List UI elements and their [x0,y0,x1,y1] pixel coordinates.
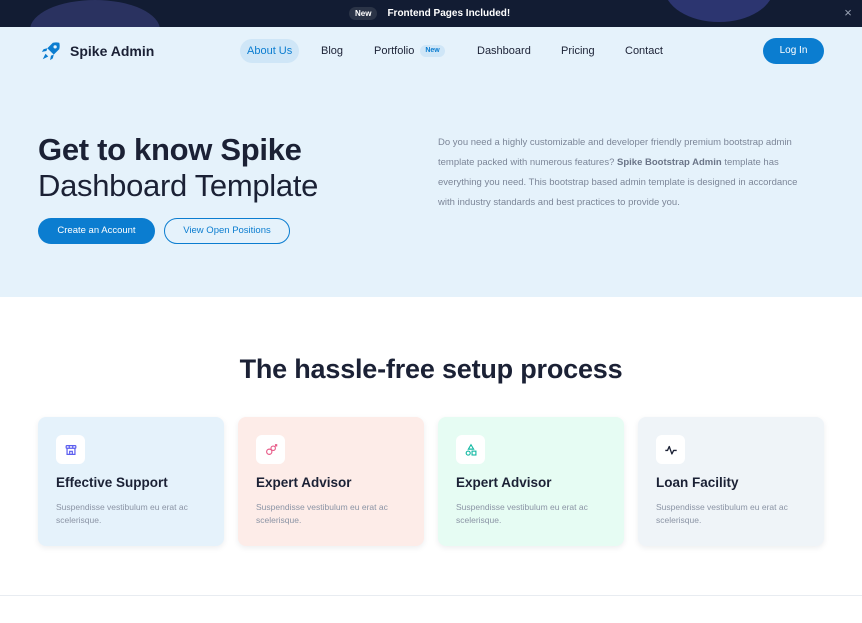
nav-item-pricing[interactable]: Pricing [561,39,595,63]
card-title: Expert Advisor [456,475,552,490]
shapes-icon [456,435,485,464]
announcement-bar: New Frontend Pages Included! × [0,0,862,27]
card-description: Suspendisse vestibulum eu erat ac sceler… [256,502,388,525]
feature-card: Expert Advisor Suspendisse vestibulum eu… [238,417,424,546]
card-title: Loan Facility [656,475,739,490]
feature-card: Expert Advisor Suspendisse vestibulum eu… [438,417,624,546]
nav-item-portfolio[interactable]: Portfolio New [374,39,445,63]
nav-item-dashboard[interactable]: Dashboard [477,39,531,63]
nav-item-portfolio-label: Portfolio [374,45,415,57]
decorative-blob [30,0,160,27]
new-badge: New [349,7,378,20]
hero-description-bold: Spike Bootstrap Admin [617,157,722,168]
gender-icon [256,435,285,464]
new-badge: New [420,45,445,58]
announcement-content: New Frontend Pages Included! [349,7,510,20]
hero-title-line1: Get to know Spike [38,132,302,167]
view-open-positions-button[interactable]: View Open Positions [164,218,290,244]
create-account-button[interactable]: Create an Account [38,218,155,244]
store-icon [56,435,85,464]
decorative-blob [664,0,774,22]
announcement-message[interactable]: Frontend Pages Included! [387,8,510,19]
close-icon[interactable]: × [841,6,855,20]
nav-item-about-us[interactable]: About Us [240,39,300,63]
card-title: Effective Support [56,475,168,490]
feature-card: Effective Support Suspendisse vestibulum… [38,417,224,546]
card-title: Expert Advisor [256,475,352,490]
card-description: Suspendisse vestibulum eu erat ac sceler… [656,502,788,525]
section-divider [0,595,862,596]
login-button[interactable]: Log In [763,38,824,64]
activity-icon [656,435,685,464]
hero-title-line2: Dashboard Template [38,168,319,203]
main-nav: About Us Blog Portfolio New Dashboard Pri… [0,39,862,63]
nav-item-contact[interactable]: Contact [625,39,663,63]
nav-item-blog[interactable]: Blog [321,39,343,63]
feature-card: Loan Facility Suspendisse vestibulum eu … [638,417,824,546]
hero-description: Do you need a highly customizable and de… [438,133,806,213]
card-description: Suspendisse vestibulum eu erat ac sceler… [56,502,188,525]
card-description: Suspendisse vestibulum eu erat ac sceler… [456,502,588,525]
hero-title: Get to know Spike Dashboard Template [38,132,318,204]
section-title: The hassle-free setup process [239,354,623,384]
hero-section: Spike Admin About Us Blog Portfolio New D… [0,27,862,297]
